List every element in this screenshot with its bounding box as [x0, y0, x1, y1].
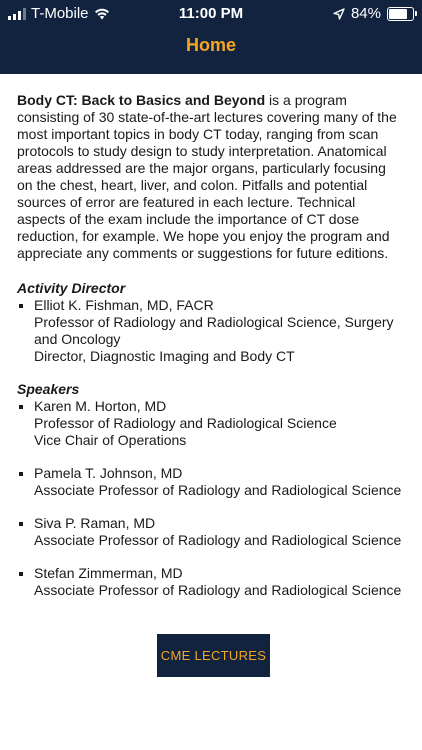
- speakers-heading: Speakers: [17, 381, 80, 397]
- top-bar: T-Mobile 11:00 PM 84% Home: [0, 0, 422, 74]
- main-content: Body CT: Back to Basics and Beyond is a …: [0, 74, 422, 599]
- list-item: Karen M. Horton, MD Professor of Radiolo…: [17, 398, 405, 449]
- person-title: Vice Chair of Operations: [34, 432, 187, 448]
- person-name: Karen M. Horton, MD: [34, 398, 167, 414]
- battery-icon: [387, 6, 417, 21]
- status-bar: T-Mobile 11:00 PM 84%: [0, 0, 422, 26]
- person-title: Director, Diagnostic Imaging and Body CT: [34, 348, 295, 364]
- person-name: Stefan Zimmerman, MD: [34, 565, 183, 581]
- person-title: Associate Professor of Radiology and Rad…: [34, 582, 402, 598]
- person-name: Siva P. Raman, MD: [34, 515, 156, 531]
- cme-lectures-logo: CME LECTURES: [157, 634, 270, 677]
- person-name: Elliot K. Fishman, MD, FACR: [34, 297, 214, 313]
- activity-director-list: Elliot K. Fishman, MD, FACR Professor of…: [17, 297, 405, 365]
- activity-director-heading: Activity Director: [17, 280, 126, 296]
- list-item: Elliot K. Fishman, MD, FACR Professor of…: [17, 297, 405, 365]
- person-title: Associate Professor of Radiology and Rad…: [34, 532, 402, 548]
- person-title: Professor of Radiology and Radiological …: [34, 314, 394, 347]
- page-title: Home: [185, 35, 236, 55]
- speakers-list: Karen M. Horton, MD Professor of Radiolo…: [17, 398, 405, 599]
- person-title: Associate Professor of Radiology and Rad…: [34, 482, 402, 498]
- program-description: Body CT: Back to Basics and Beyond is a …: [17, 92, 405, 262]
- list-item: Pamela T. Johnson, MD Associate Professo…: [17, 465, 405, 499]
- person-name: Pamela T. Johnson, MD: [34, 465, 183, 481]
- battery-percent: 84%: [350, 5, 381, 22]
- list-item: Siva P. Raman, MD Associate Professor of…: [17, 515, 405, 549]
- list-item: Stefan Zimmerman, MD Associate Professor…: [17, 565, 405, 599]
- person-title: Professor of Radiology and Radiological …: [34, 415, 337, 431]
- program-description-text: is a program consisting of 30 state-of-t…: [17, 92, 397, 261]
- program-name: Body CT: Back to Basics and Beyond: [17, 92, 266, 108]
- location-arrow-icon: [333, 7, 345, 20]
- cme-lectures-logo-text: CME LECTURES: [160, 648, 267, 663]
